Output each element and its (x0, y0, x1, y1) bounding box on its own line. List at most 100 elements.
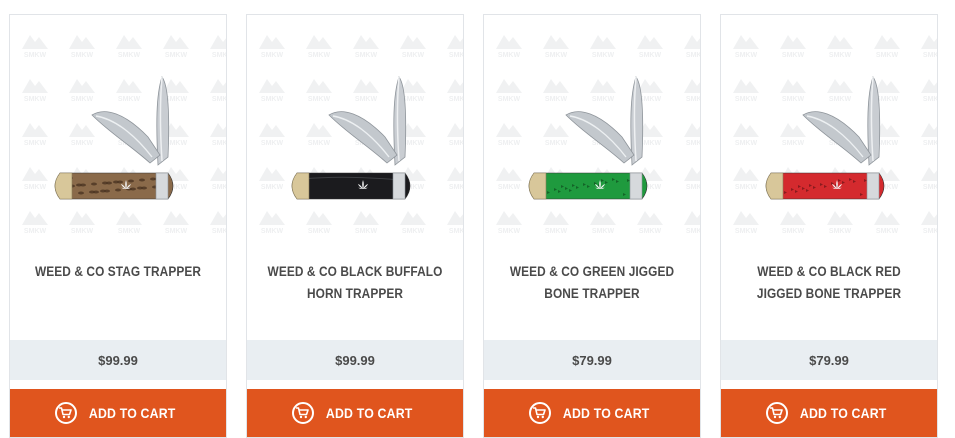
product-card: SMKW SMKW SMKW SMKW SMKW SMKW SMKW SMKW SMKW SMKW… (720, 14, 938, 438)
svg-text:SMKW: SMKW (686, 96, 700, 103)
svg-text:SMKW: SMKW (923, 228, 937, 235)
svg-text:SMKW: SMKW (402, 52, 425, 59)
svg-text:SMKW: SMKW (71, 228, 94, 235)
svg-text:SMKW: SMKW (308, 228, 331, 235)
svg-text:SMKW: SMKW (212, 52, 226, 59)
shopping-cart-icon (54, 402, 77, 424)
svg-text:SMKW: SMKW (402, 96, 425, 103)
price-bar: $99.99 (247, 340, 463, 380)
svg-text:SMKW: SMKW (24, 228, 47, 235)
svg-text:SMKW: SMKW (165, 52, 188, 59)
svg-text:SMKW: SMKW (449, 228, 463, 235)
svg-text:SMKW: SMKW (118, 52, 141, 59)
product-title[interactable]: WEED & CO BLACK BUFFALO HORN TRAPPER (267, 261, 443, 321)
svg-text:SMKW: SMKW (498, 96, 521, 103)
product-image[interactable]: SMKW SMKW SMKW SMKW SMKW SMKW SMKW SMKW SMKW SMKW… (247, 15, 463, 245)
svg-text:SMKW: SMKW (308, 140, 331, 147)
svg-text:SMKW: SMKW (24, 184, 47, 191)
svg-text:SMKW: SMKW (212, 140, 226, 147)
svg-text:SMKW: SMKW (261, 96, 284, 103)
svg-text:SMKW: SMKW (355, 228, 378, 235)
svg-text:SMKW: SMKW (639, 228, 662, 235)
product-card: SMKW SMKW SMKW SMKW SMKW SMKW SMKW SMKW SMKW SMKW… (9, 14, 227, 438)
product-image[interactable]: SMKW SMKW SMKW SMKW SMKW SMKW SMKW SMKW SMKW SMKW… (10, 15, 226, 245)
svg-text:SMKW: SMKW (592, 228, 615, 235)
svg-text:SMKW: SMKW (71, 140, 94, 147)
svg-text:SMKW: SMKW (498, 52, 521, 59)
price-bar: $79.99 (484, 340, 700, 380)
svg-text:SMKW: SMKW (118, 228, 141, 235)
svg-text:SMKW: SMKW (498, 140, 521, 147)
svg-text:SMKW: SMKW (449, 52, 463, 59)
svg-text:SMKW: SMKW (639, 52, 662, 59)
svg-text:SMKW: SMKW (24, 140, 47, 147)
product-grid: SMKW SMKW SMKW SMKW SMKW SMKW SMKW SMKW SMKW SMKW… (0, 0, 955, 438)
product-image[interactable]: SMKW SMKW SMKW SMKW SMKW SMKW SMKW SMKW SMKW SMKW… (721, 15, 937, 245)
product-image[interactable]: SMKW SMKW SMKW SMKW SMKW SMKW SMKW SMKW SMKW SMKW… (484, 15, 700, 245)
product-title[interactable]: WEED & CO GREEN JIGGED BONE TRAPPER (504, 261, 680, 321)
svg-text:SMKW: SMKW (498, 184, 521, 191)
add-to-cart-button[interactable]: ADD TO CART (10, 389, 226, 437)
svg-text:SMKW: SMKW (402, 228, 425, 235)
add-to-cart-button[interactable]: ADD TO CART (484, 389, 700, 437)
svg-text:SMKW: SMKW (261, 52, 284, 59)
add-to-cart-label: ADD TO CART (88, 405, 176, 421)
svg-text:SMKW: SMKW (735, 96, 758, 103)
svg-text:SMKW: SMKW (829, 96, 852, 103)
svg-text:SMKW: SMKW (829, 228, 852, 235)
add-to-cart-button[interactable]: ADD TO CART (247, 389, 463, 437)
svg-text:SMKW: SMKW (639, 96, 662, 103)
svg-text:SMKW: SMKW (735, 228, 758, 235)
product-card: SMKW SMKW SMKW SMKW SMKW SMKW SMKW SMKW SMKW SMKW… (246, 14, 464, 438)
add-to-cart-label: ADD TO CART (799, 405, 887, 421)
knife-illustration: SMKW SMKW SMKW SMKW SMKW SMKW SMKW SMKW SMKW SMKW… (22, 35, 226, 235)
svg-text:SMKW: SMKW (829, 52, 852, 59)
svg-text:SMKW: SMKW (212, 184, 226, 191)
svg-text:SMKW: SMKW (498, 228, 521, 235)
svg-text:SMKW: SMKW (686, 184, 700, 191)
svg-text:SMKW: SMKW (782, 228, 805, 235)
price-bar: $99.99 (10, 340, 226, 380)
svg-text:SMKW: SMKW (686, 140, 700, 147)
svg-text:SMKW: SMKW (686, 52, 700, 59)
svg-text:SMKW: SMKW (782, 96, 805, 103)
svg-text:SMKW: SMKW (592, 52, 615, 59)
knife-illustration: SMKW SMKW SMKW SMKW SMKW SMKW SMKW SMKW SMKW SMKW… (496, 35, 700, 235)
svg-text:SMKW: SMKW (923, 96, 937, 103)
product-price: $79.99 (572, 352, 612, 368)
svg-text:SMKW: SMKW (545, 52, 568, 59)
svg-text:SMKW: SMKW (592, 96, 615, 103)
svg-text:SMKW: SMKW (308, 52, 331, 59)
product-title[interactable]: WEED & CO STAG TRAPPER (30, 261, 206, 321)
svg-text:SMKW: SMKW (686, 228, 700, 235)
svg-text:SMKW: SMKW (923, 52, 937, 59)
svg-text:SMKW: SMKW (261, 140, 284, 147)
svg-text:SMKW: SMKW (165, 228, 188, 235)
knife-illustration: SMKW SMKW SMKW SMKW SMKW SMKW SMKW SMKW SMKW SMKW… (259, 35, 463, 235)
svg-text:SMKW: SMKW (782, 140, 805, 147)
price-bar: $79.99 (721, 340, 937, 380)
shopping-cart-icon (291, 402, 314, 424)
svg-text:SMKW: SMKW (735, 140, 758, 147)
svg-text:SMKW: SMKW (308, 96, 331, 103)
svg-text:SMKW: SMKW (735, 184, 758, 191)
svg-text:SMKW: SMKW (876, 52, 899, 59)
svg-text:SMKW: SMKW (876, 96, 899, 103)
svg-text:SMKW: SMKW (545, 228, 568, 235)
shopping-cart-icon (528, 402, 551, 424)
add-to-cart-label: ADD TO CART (562, 405, 650, 421)
add-to-cart-button[interactable]: ADD TO CART (721, 389, 937, 437)
svg-text:SMKW: SMKW (782, 52, 805, 59)
svg-text:SMKW: SMKW (735, 52, 758, 59)
svg-text:SMKW: SMKW (118, 96, 141, 103)
shopping-cart-icon (765, 402, 788, 424)
knife-illustration: SMKW SMKW SMKW SMKW SMKW SMKW SMKW SMKW SMKW SMKW… (733, 35, 937, 235)
svg-text:SMKW: SMKW (449, 184, 463, 191)
svg-text:SMKW: SMKW (165, 96, 188, 103)
svg-text:SMKW: SMKW (71, 96, 94, 103)
svg-text:SMKW: SMKW (449, 140, 463, 147)
svg-text:SMKW: SMKW (449, 96, 463, 103)
svg-text:SMKW: SMKW (545, 140, 568, 147)
product-title[interactable]: WEED & CO BLACK RED JIGGED BONE TRAPPER (741, 261, 917, 321)
svg-text:SMKW: SMKW (876, 228, 899, 235)
